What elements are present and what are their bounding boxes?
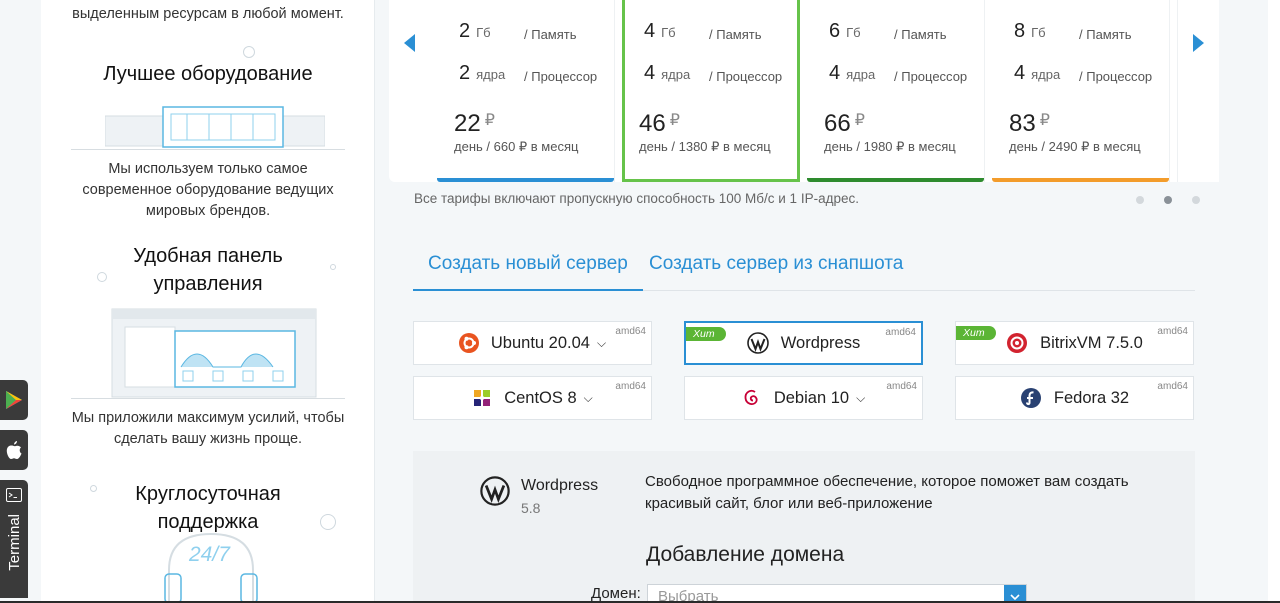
feature-text: Мы используем только самое современное о… bbox=[82, 161, 334, 219]
plan-subprice: день / 1380 ₽ в месяц bbox=[639, 139, 771, 154]
os-tile-bitrix[interactable]: Хит amd64 BitrixVM 7.5.0 bbox=[955, 321, 1194, 365]
plan-subprice: день / 2490 ₽ в месяц bbox=[1009, 139, 1141, 154]
features-column: выделенным ресурсам в любой момент. Лучш… bbox=[41, 0, 375, 603]
server-rack-icon bbox=[105, 106, 325, 148]
divider bbox=[71, 398, 345, 399]
fedora-icon bbox=[1020, 387, 1042, 409]
terminal-label: Terminal bbox=[5, 514, 23, 571]
hit-badge: Хит bbox=[686, 327, 726, 341]
plan-card[interactable]: 8 Гб / Память 4 ядра / Процессор 83 ₽ день … bbox=[992, 0, 1170, 182]
divider bbox=[71, 149, 345, 150]
os-details-panel: Wordpress 5.8 Свободное программное обес… bbox=[413, 451, 1195, 603]
feature-text: выделенным ресурсам в любой момент. bbox=[72, 6, 344, 22]
chevron-down-icon: ⌵ bbox=[856, 390, 866, 405]
app-dock: Terminal bbox=[0, 380, 28, 598]
terminal-button[interactable]: Terminal bbox=[0, 480, 28, 598]
plan-accent-bar bbox=[807, 178, 984, 182]
plan-price: 22 ₽ bbox=[454, 110, 495, 137]
app-version: 5.8 bbox=[521, 500, 541, 516]
plan-card[interactable]: 2 Гб / Память 2 ядра / Процессор 22 ₽ день … bbox=[437, 0, 615, 182]
os-tile-fedora[interactable]: amd64 Fedora 32 bbox=[955, 376, 1194, 420]
plan-subprice: день / 660 ₽ в месяц bbox=[454, 139, 579, 154]
os-tile-wordpress[interactable]: Хит amd64 Wordpress bbox=[684, 321, 923, 365]
page-edge bbox=[1268, 0, 1280, 603]
feature-title-support: Круглосуточная поддержка bbox=[135, 483, 281, 533]
plan-card-selected[interactable]: 4 Гб / Память 4 ядра / Процессор 46 ₽ день … bbox=[622, 0, 800, 182]
carousel-dot[interactable] bbox=[1136, 196, 1144, 204]
apple-icon bbox=[6, 441, 22, 459]
plan-accent-bar bbox=[437, 178, 614, 182]
ubuntu-icon bbox=[458, 333, 479, 353]
control-panel-icon bbox=[111, 308, 317, 398]
debian-icon bbox=[742, 388, 762, 408]
plan-card[interactable]: 6 Гб / Память 4 ядра / Процессор 66 ₽ день … bbox=[807, 0, 985, 182]
google-play-icon bbox=[6, 391, 22, 409]
os-tile-centos[interactable]: amd64 CentOS 8 ⌵ bbox=[413, 376, 652, 420]
chevron-down-icon: ⌵ bbox=[596, 335, 607, 350]
plan-price: 66 ₽ bbox=[824, 110, 865, 137]
app-description: Свободное программное обеспечение, котор… bbox=[645, 473, 1129, 512]
os-tile-ubuntu[interactable]: amd64 Ubuntu 20.04 ⌵ bbox=[413, 321, 652, 365]
chevron-down-icon: ⌵ bbox=[583, 390, 593, 405]
google-play-button[interactable] bbox=[0, 380, 28, 420]
plans-note: Все тарифы включают пропускную способнос… bbox=[414, 191, 859, 206]
carousel-dots bbox=[1136, 196, 1200, 204]
plan-subprice: день / 1980 ₽ в месяц bbox=[824, 139, 956, 154]
app-name: Wordpress bbox=[521, 477, 599, 494]
feature-title-panel: Удобная панель управления bbox=[133, 245, 283, 295]
apple-button[interactable] bbox=[0, 430, 28, 470]
wordpress-icon bbox=[746, 332, 769, 354]
plan-accent-bar bbox=[992, 178, 1169, 182]
support-badge: 24/7 bbox=[189, 543, 230, 566]
centos-icon bbox=[472, 388, 492, 408]
bitrix-icon bbox=[1006, 332, 1028, 354]
feature-text: Мы приложили максимум усилий, чтобы сдел… bbox=[71, 410, 345, 447]
hit-badge: Хит bbox=[956, 326, 996, 340]
plan-price: 83 ₽ bbox=[1009, 110, 1050, 137]
plan-price: 46 ₽ bbox=[639, 110, 680, 137]
terminal-icon bbox=[6, 488, 22, 502]
domain-label: Домен: bbox=[591, 585, 641, 602]
plans-carousel: 2 Гб / Память 2 ядра / Процессор 22 ₽ день … bbox=[389, 0, 1219, 182]
plan-card-partial bbox=[1177, 0, 1219, 182]
carousel-prev-arrow-icon[interactable] bbox=[404, 34, 415, 52]
tab-from-snapshot[interactable]: Создать сервер из снапшота bbox=[649, 248, 903, 291]
carousel-dot-active[interactable] bbox=[1164, 196, 1172, 204]
carousel-next-arrow-icon[interactable] bbox=[1193, 34, 1204, 52]
feature-title-hardware: Лучшее оборудование bbox=[103, 63, 313, 85]
tab-new-server[interactable]: Создать новый сервер bbox=[413, 248, 643, 291]
wordpress-icon bbox=[480, 476, 510, 506]
os-tile-debian[interactable]: amd64 Debian 10 ⌵ bbox=[684, 376, 923, 420]
carousel-dot[interactable] bbox=[1192, 196, 1200, 204]
section-title: Добавление домена bbox=[646, 543, 845, 566]
server-tabs: Создать новый сервер Создать сервер из с… bbox=[413, 248, 1195, 291]
decor-circle bbox=[243, 46, 255, 58]
